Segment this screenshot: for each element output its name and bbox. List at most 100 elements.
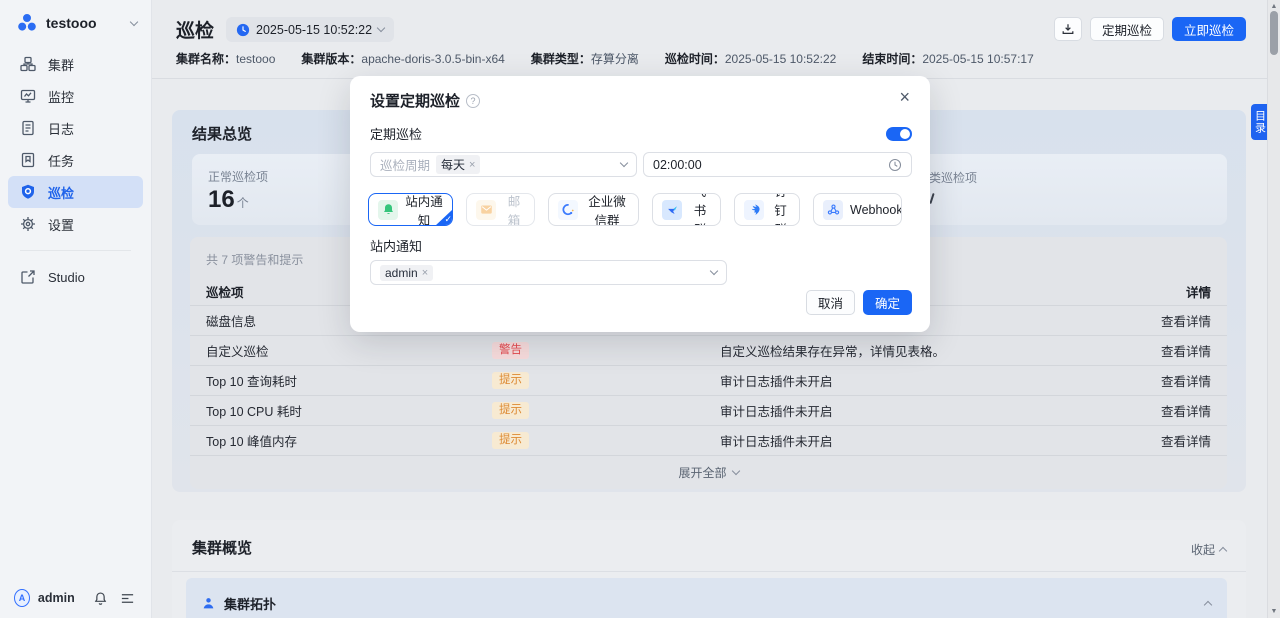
scrollbar-thumb[interactable] — [1270, 11, 1278, 55]
topology-icon — [202, 597, 215, 610]
sidebar-footer: A admin — [0, 578, 151, 618]
cluster-topology-header[interactable]: 集群拓扑 — [186, 578, 1227, 618]
scroll-up-arrow[interactable]: ▲ — [1268, 3, 1280, 10]
chevron-down-icon — [377, 24, 385, 32]
cycle-select[interactable]: 巡检周期 每天 × — [370, 152, 637, 177]
cluster-logo-icon — [16, 12, 38, 34]
channel-email[interactable]: 邮箱 — [466, 193, 535, 226]
meta-value: 2025-05-15 10:57:17 — [922, 52, 1033, 66]
sidebar-menu: 集群 监控 日志 任务 巡检 设置 — [0, 42, 151, 293]
sidebar-item-inspection[interactable]: 巡检 — [8, 176, 143, 208]
cycle-tag-label: 每天 — [441, 156, 465, 173]
chevron-down-icon — [130, 17, 138, 25]
sidebar-item-label: 巡检 — [48, 183, 74, 202]
toc-tab[interactable]: 目录 — [1251, 104, 1268, 140]
cluster-name: testooo — [46, 15, 97, 31]
selected-corner: ✓ — [435, 209, 453, 226]
meta-label: 结束时间： — [862, 52, 922, 66]
stat-unit: 个 — [237, 196, 249, 210]
remove-tag-icon[interactable]: × — [469, 159, 475, 171]
notification-channels: 站内通知 ✓ 邮箱 企业微信群 飞书群 钉钉群 Webhook — [368, 193, 912, 226]
bell-icon — [378, 200, 398, 220]
periodic-inspection-button[interactable]: 定期巡检 — [1090, 17, 1164, 41]
wecom-icon — [558, 200, 578, 220]
item-message: 审计日志插件未开启 — [720, 401, 1091, 420]
sidebar-item-label: 设置 — [48, 215, 74, 234]
cluster-overview-panel: 集群概览 收起 集群拓扑 — [172, 520, 1246, 618]
inspection-time-selector[interactable]: 2025-05-15 10:52:22 — [226, 17, 394, 42]
gear-icon — [20, 216, 36, 232]
time-input[interactable]: 02:00:00 — [643, 152, 912, 177]
status-badge: 提示 — [492, 432, 529, 449]
notify-target-label: 站内通知 — [370, 236, 912, 255]
item-name: Top 10 查询耗时 — [206, 371, 492, 390]
external-link-icon — [20, 269, 36, 285]
close-icon[interactable]: × — [893, 85, 916, 110]
item-message: 审计日志插件未开启 — [720, 371, 1091, 390]
sidebar-item-settings[interactable]: 设置 — [8, 208, 143, 240]
scroll-down-arrow[interactable]: ▼ — [1268, 608, 1280, 615]
collapse-section-button[interactable]: 收起 — [1191, 541, 1226, 558]
channel-wecom[interactable]: 企业微信群 — [548, 193, 639, 226]
webhook-icon — [823, 200, 843, 220]
meta-value: 存算分离 — [591, 52, 639, 66]
expand-all-button[interactable]: 展开全部 — [190, 455, 1227, 489]
notify-target-select[interactable]: admin × — [370, 260, 727, 285]
cycle-placeholder: 巡检周期 — [380, 155, 430, 174]
sidebar-item-label: Studio — [48, 270, 85, 285]
sidebar-item-label: 任务 — [48, 151, 74, 170]
view-detail-link[interactable]: 查看详情 — [1091, 341, 1211, 360]
cluster-switcher[interactable]: testooo — [0, 0, 151, 42]
stat-value: 16 — [208, 186, 235, 213]
view-detail-link[interactable]: 查看详情 — [1091, 371, 1211, 390]
chevron-up-icon — [1219, 547, 1227, 555]
chevron-down-icon — [731, 467, 739, 475]
column-detail: 详情 — [1091, 282, 1211, 301]
meta-label: 巡检时间： — [665, 52, 725, 66]
table-row: Top 10 峰值内存 提示 审计日志插件未开启 查看详情 — [190, 425, 1227, 455]
collapse-label: 收起 — [1191, 541, 1215, 558]
chevron-down-icon — [620, 159, 628, 167]
collapse-sidebar-button[interactable] — [118, 587, 137, 609]
download-icon — [1061, 22, 1075, 36]
run-inspection-button[interactable]: 立即巡检 — [1172, 17, 1246, 41]
notify-tag-label: admin — [385, 266, 418, 280]
notifications-button[interactable] — [91, 587, 110, 609]
modal-title: 设置定期巡检 — [370, 90, 460, 111]
avatar[interactable]: A — [14, 589, 30, 607]
status-badge: 提示 — [492, 372, 529, 389]
sidebar-item-label: 日志 — [48, 119, 74, 138]
remove-tag-icon[interactable]: × — [422, 267, 428, 279]
channel-dingtalk[interactable]: 钉钉群 — [734, 193, 800, 226]
download-report-button[interactable] — [1054, 17, 1082, 41]
channel-label: 邮箱 — [503, 193, 525, 226]
section-title: 集群概览 — [192, 537, 252, 558]
help-icon[interactable]: ? — [466, 94, 480, 108]
chevron-down-icon — [710, 267, 718, 275]
sidebar-divider — [20, 250, 131, 251]
channel-label: 飞书群 — [689, 193, 711, 226]
sidebar-item-cluster[interactable]: 集群 — [8, 48, 143, 80]
confirm-button[interactable]: 确定 — [863, 290, 912, 315]
sidebar-item-studio[interactable]: Studio — [8, 261, 143, 293]
sidebar-item-tasks[interactable]: 任务 — [8, 144, 143, 176]
meta-label: 集群类型： — [531, 52, 591, 66]
channel-webhook[interactable]: Webhook — [813, 193, 902, 226]
bell-icon — [93, 591, 108, 606]
page-scrollbar[interactable]: ▲ ▼ — [1267, 0, 1280, 618]
notify-tag: admin × — [380, 265, 433, 281]
cancel-button[interactable]: 取消 — [806, 290, 855, 315]
sidebar-item-monitor[interactable]: 监控 — [8, 80, 143, 112]
channel-label: 企业微信群 — [585, 193, 629, 226]
view-detail-link[interactable]: 查看详情 — [1091, 431, 1211, 450]
sidebar-item-label: 集群 — [48, 55, 74, 74]
toggle-knob — [900, 129, 910, 139]
view-detail-link[interactable]: 查看详情 — [1091, 401, 1211, 420]
view-detail-link[interactable]: 查看详情 — [1091, 311, 1211, 330]
channel-site-notify[interactable]: 站内通知 ✓ — [368, 193, 453, 226]
channel-feishu[interactable]: 飞书群 — [652, 193, 721, 226]
meta-label: 集群版本： — [301, 52, 361, 66]
periodic-toggle[interactable] — [886, 127, 912, 141]
page-title: 巡检 — [176, 16, 214, 43]
sidebar-item-logs[interactable]: 日志 — [8, 112, 143, 144]
